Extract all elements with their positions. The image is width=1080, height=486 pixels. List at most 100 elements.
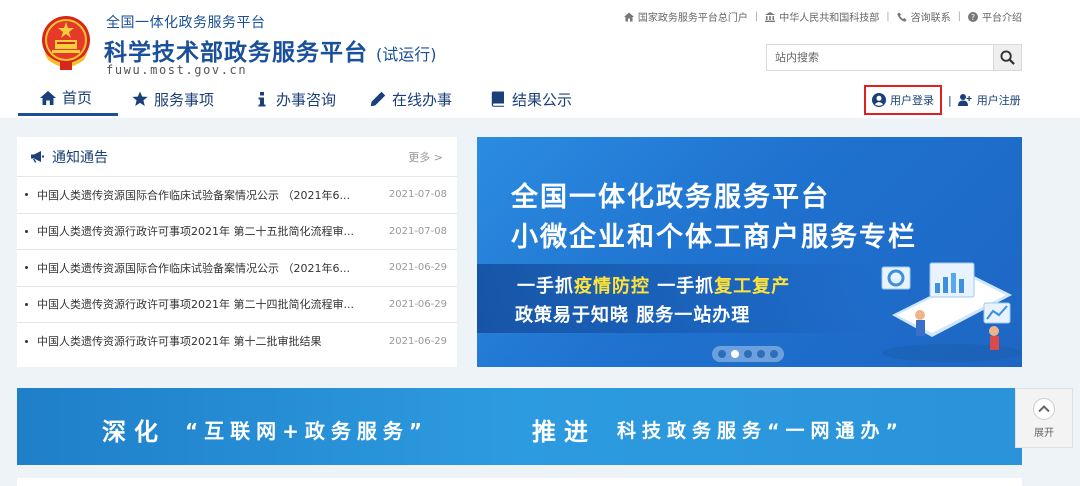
most-label: 中华人民共和国科技部 [779,13,880,24]
divider: | [886,11,890,22]
nav-results-label: 结果公示 [512,90,573,109]
notice-item-date: 2021-07-08 [388,225,447,237]
about-link[interactable]: ? 平台介绍 [968,9,1022,24]
notice-item-date: 2021-06-29 [388,298,447,310]
banner-headline: 全国一体化政务服务平台 [511,182,830,213]
user-icon [872,93,886,107]
list-item[interactable]: 中国人类遗传资源行政许可事项2021年 第二十五批简化流程审... 2021-0… [17,214,457,250]
help-icon: ? [968,11,978,22]
bullet-icon [25,266,28,270]
bank-icon [765,11,776,22]
bullet-icon [25,339,28,343]
login-button[interactable]: 用户登录 [864,85,942,115]
carousel-dot[interactable] [718,350,726,358]
notice-more-link[interactable]: 更多 > [408,149,443,165]
notice-item-text: 中国人类遗传资源行政许可事项2021年 第二十四批简化流程审... [25,296,354,312]
about-label: 平台介绍 [982,13,1022,24]
top-links-bar: 国家政务服务平台总门户 | 中华人民共和国科技部 | 咨询联系 | ? 平台介绍 [623,9,1022,24]
notice-item-label: 中国人类遗传资源国际合作临床试验备案情况公示 （2021年6... [37,188,350,202]
banner-slogan: 一手抓疫情防控 一手抓复工复产 [517,272,790,298]
banner-subheadline: 小微企业和个体工商户服务专栏 [511,222,917,253]
carousel-dot-active[interactable] [731,350,739,358]
list-item[interactable]: 中国人类遗传资源行政许可事项2021年 第十二批审批结果 2021-06-29 [17,323,457,360]
pencil-icon [370,91,386,107]
notice-item-label: 中国人类遗传资源行政许可事项2021年 第十二批审批结果 [37,335,322,349]
notice-item-label: 中国人类遗传资源国际合作临床试验备案情况公示 （2021年6... [37,261,350,275]
notice-item-text: 中国人类遗传资源国际合作临床试验备案情况公示 （2021年6... [25,260,350,276]
site-url: fuwu.most.gov.cn [106,63,248,77]
notice-item-date: 2021-06-29 [388,335,447,347]
gov-portal-link[interactable]: 国家政务服务平台总门户 [623,9,748,24]
book-icon [491,91,504,107]
search-icon [1000,50,1015,65]
nav-online[interactable]: 在线办事 [358,82,478,116]
expand-label: 展开 [1034,427,1054,439]
bottom-panel [17,478,1022,486]
carousel-dots [712,346,784,362]
nav-services[interactable]: 服务事项 [120,82,242,116]
nav-services-label: 服务事项 [154,90,215,109]
register-button[interactable]: 用户注册 [957,92,1021,108]
contact-link[interactable]: 咨询联系 [896,9,951,24]
auth-links: 用户登录 | 用户注册 [864,85,1021,115]
bullet-icon [25,193,28,197]
banner-tagline: 政策易于知晓 服务一站办理 [515,305,751,326]
svg-text:?: ? [971,13,975,22]
list-item[interactable]: 中国人类遗传资源国际合作临床试验备案情况公示 （2021年6... 2021-0… [17,177,457,214]
bullet-icon [25,229,28,233]
nav-results[interactable]: 结果公示 [478,82,590,116]
notice-item-text: 中国人类遗传资源行政许可事项2021年 第十二批审批结果 [25,333,322,349]
notice-header: 通知通告 更多 > [17,137,457,177]
page-title[interactable]: 科学技术部政务服务平台 (试运行) [104,33,437,67]
list-item[interactable]: 中国人类遗传资源国际合作临床试验备案情况公示 （2021年6... 2021-0… [17,250,457,287]
nav-home[interactable]: 首页 [18,82,118,116]
nav-consult-label: 办事咨询 [276,90,337,109]
nav-home-label: 首页 [62,89,93,107]
home-icon [40,90,56,105]
site-header: 全国一体化政务服务平台 科学技术部政务服务平台 (试运行) fuwu.most.g… [0,0,1080,118]
divider: | [957,11,961,22]
star-icon [132,91,148,106]
home-icon [623,12,634,21]
auth-divider: | [948,93,952,107]
slogan-banner[interactable]: 深化 “互联网+政务服务” 推进 科技政务服务“一网通办” [17,388,1022,465]
carousel-dot[interactable] [757,350,765,358]
user-plus-icon [957,94,972,106]
slogan-deepen: 深化 [102,418,166,446]
site-search [766,44,1022,71]
notice-title-label: 通知通告 [52,149,108,166]
search-input[interactable] [767,45,993,70]
divider: | [754,11,759,22]
carousel-dot[interactable] [770,350,778,358]
slogan-highlight: 复工复产 [714,276,791,297]
promo-banner[interactable]: 全国一体化政务服务平台 小微企业和个体工商户服务专栏 一手抓疫情防控 一手抓复工… [477,137,1022,367]
most-link[interactable]: 中华人民共和国科技部 [765,9,879,24]
nav-consult[interactable]: 办事咨询 [242,82,358,116]
notice-panel: 通知通告 更多 > 中国人类遗传资源国际合作临床试验备案情况公示 （2021年6… [17,137,457,367]
info-icon [258,92,266,107]
expand-button[interactable]: 展开 [1015,388,1073,448]
megaphone-icon [31,151,44,163]
notice-item-label: 中国人类遗传资源行政许可事项2021年 第二十五批简化流程审... [37,225,354,239]
carousel-dot[interactable] [744,350,752,358]
notice-item-date: 2021-06-29 [388,262,447,274]
search-button[interactable] [993,45,1021,70]
platform-subtitle: 全国一体化政务服务平台 [106,15,266,31]
slogan-internet-plus: “互联网+政务服务” [185,419,429,443]
slogan-promote: 推进 [532,418,596,446]
login-label: 用户登录 [890,94,934,107]
phone-icon [896,12,907,22]
national-emblem-logo [42,16,90,70]
chevron-up-icon [1033,397,1055,420]
dashboard-illustration [881,262,1022,362]
slogan-part: 一手抓 [517,276,574,297]
main-nav: 首页 服务事项 办事咨询 在线办事 结果公示 [18,82,590,116]
notice-title: 通知通告 [31,147,108,167]
slogan-part: 一手抓 [650,276,715,297]
slogan-highlight: 疫情防控 [574,276,650,297]
bullet-icon [25,302,28,306]
notice-item-date: 2021-07-08 [388,189,447,201]
notice-item-text: 中国人类遗传资源国际合作临床试验备案情况公示 （2021年6... [25,187,350,203]
list-item[interactable]: 中国人类遗传资源行政许可事项2021年 第二十四批简化流程审... 2021-0… [17,287,457,323]
register-label: 用户注册 [976,94,1021,107]
